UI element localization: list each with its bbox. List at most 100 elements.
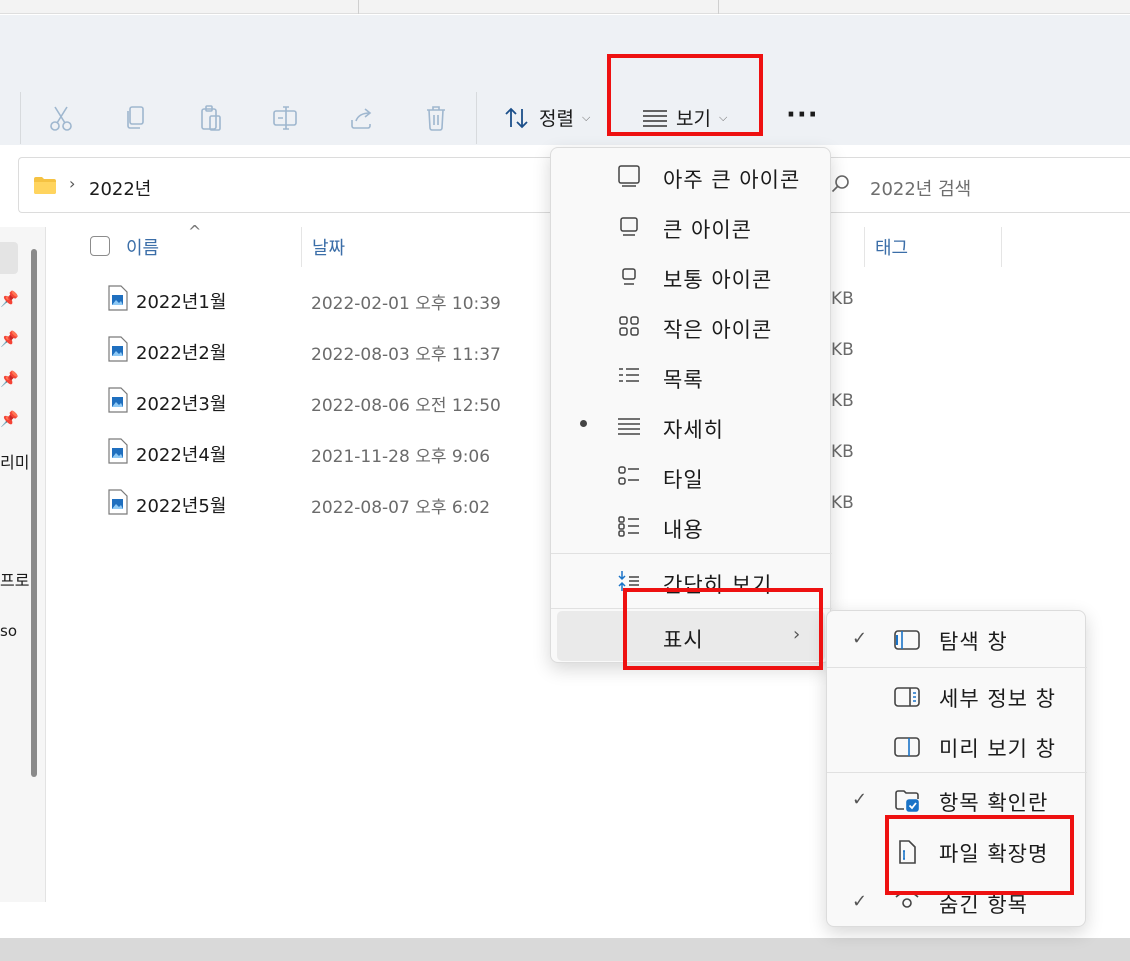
menu-item-large-icons[interactable]: 큰 아이콘 <box>551 201 832 251</box>
menu-item-small-icons[interactable]: 작은 아이콘 <box>551 301 832 351</box>
sort-label: 정렬 <box>539 108 574 130</box>
image-file-icon <box>108 489 128 515</box>
menu-item-label: 큰 아이콘 <box>663 218 752 242</box>
rename-icon <box>273 106 297 130</box>
cut-button[interactable] <box>41 100 81 136</box>
cut-icon <box>50 106 72 131</box>
file-date: 2022-08-03 오후 11:37 <box>311 345 501 365</box>
menu-item-list[interactable]: 목록 <box>551 351 832 401</box>
highlight-box-show <box>623 588 823 670</box>
more-options-button[interactable]: ··· <box>786 100 819 130</box>
file-name: 2022년3월 <box>136 394 227 415</box>
trash-icon <box>427 106 445 131</box>
pin-icon: 📌 <box>0 370 19 388</box>
nav-scrollbar[interactable] <box>31 249 37 777</box>
column-header-tags[interactable]: 태그 <box>875 234 908 260</box>
submenu-item-navigation-pane[interactable]: ✓ 탐색 창 <box>827 614 1087 664</box>
breadcrumb[interactable]: 2022년 <box>89 175 151 201</box>
nav-item-label[interactable]: 리미 <box>0 449 29 473</box>
extra-large-icons-icon <box>618 165 640 187</box>
column-header-name[interactable]: 이름 <box>126 234 159 260</box>
search-input[interactable]: 2022년 검색 <box>870 175 971 201</box>
menu-separator <box>827 772 1087 773</box>
tiles-icon <box>618 466 639 485</box>
nav-item-label[interactable]: so <box>0 622 17 640</box>
tab-divider <box>718 0 719 14</box>
column-divider[interactable] <box>1001 227 1002 267</box>
column-divider[interactable] <box>301 227 302 267</box>
file-size: KB <box>831 493 854 513</box>
navigation-pane-icon <box>894 630 920 650</box>
image-file-icon <box>108 285 128 311</box>
column-divider[interactable] <box>864 227 865 267</box>
menu-item-label: 내용 <box>663 518 704 542</box>
menu-item-details[interactable]: 자세히 <box>551 401 832 451</box>
toolbar-divider <box>20 92 21 144</box>
copy-button[interactable] <box>116 100 156 136</box>
share-icon <box>351 108 372 129</box>
submenu-item-preview-pane[interactable]: 미리 보기 창 <box>827 721 1087 771</box>
select-all-checkbox[interactable] <box>90 236 110 256</box>
submenu-item-label: 세부 정보 창 <box>939 687 1056 711</box>
share-button[interactable] <box>341 100 381 136</box>
checkmark-icon: ✓ <box>852 891 868 912</box>
preview-pane-icon <box>894 737 920 757</box>
copy-icon <box>127 106 144 129</box>
nav-selected-item[interactable] <box>0 242 18 274</box>
file-name: 2022년5월 <box>136 496 227 517</box>
highlight-box-file-extensions <box>885 815 1074 895</box>
file-date: 2022-08-06 오전 12:50 <box>311 396 501 416</box>
sort-button[interactable]: 정렬 ⌵ <box>503 104 590 131</box>
file-name: 2022년4월 <box>136 445 227 466</box>
menu-separator <box>551 553 832 554</box>
submenu-item-label: 탐색 창 <box>939 630 1008 654</box>
menu-item-extra-large-icons[interactable]: 아주 큰 아이콘 <box>551 151 832 201</box>
paste-icon <box>201 105 221 131</box>
file-size: KB <box>831 289 854 309</box>
content-icon <box>618 516 639 537</box>
sort-icon <box>505 107 528 128</box>
checkmark-icon: ✓ <box>852 628 868 649</box>
submenu-item-label: 미리 보기 창 <box>939 737 1056 761</box>
submenu-item-label: 항목 확인란 <box>939 791 1049 815</box>
file-size: KB <box>831 340 854 360</box>
highlight-box-view <box>607 54 763 136</box>
delete-button[interactable] <box>416 100 456 136</box>
checkmark-icon: ✓ <box>852 789 868 810</box>
file-date: 2022-02-01 오후 10:39 <box>311 294 501 314</box>
column-header-date[interactable]: 날짜 <box>312 234 345 260</box>
menu-item-tiles[interactable]: 타일 <box>551 451 832 501</box>
nav-item-label[interactable]: 프로 <box>0 567 29 591</box>
chevron-down-icon: ⌵ <box>581 110 591 124</box>
item-checkbox-icon <box>895 790 919 812</box>
pin-icon: 📌 <box>0 410 19 428</box>
large-icons-icon <box>620 217 638 236</box>
menu-item-label: 목록 <box>663 368 704 392</box>
menu-item-label: 타일 <box>663 468 704 492</box>
pin-icon: 📌 <box>0 290 19 308</box>
menu-item-label: 보통 아이콘 <box>663 268 773 292</box>
paste-button[interactable] <box>191 100 231 136</box>
menu-item-label: 아주 큰 아이콘 <box>663 168 801 192</box>
search-icon <box>831 175 849 193</box>
file-name: 2022년2월 <box>136 343 227 364</box>
menu-item-content[interactable]: 내용 <box>551 501 832 551</box>
navigation-pane: 📌 📌 📌 📌 리미 프로 so <box>0 227 46 902</box>
view-menu: 아주 큰 아이콘 큰 아이콘 보통 아이콘 작은 아이콘 목록 자세히 타일 내… <box>550 147 832 663</box>
tab-divider <box>358 0 359 14</box>
list-icon <box>619 368 639 382</box>
menu-separator <box>827 667 1087 668</box>
menu-item-medium-icons[interactable]: 보통 아이콘 <box>551 251 832 301</box>
file-size: KB <box>831 391 854 411</box>
toolbar-divider <box>476 92 477 144</box>
menu-item-label: 자세히 <box>663 418 724 442</box>
pin-icon: 📌 <box>0 330 19 348</box>
image-file-icon <box>108 438 128 464</box>
breadcrumb-chevron-icon: › <box>69 174 76 193</box>
command-bar: 정렬 ⌵ 보기 ⌵ ··· <box>0 15 1130 145</box>
rename-button[interactable] <box>266 100 306 136</box>
file-date: 2022-08-07 오후 6:02 <box>311 498 491 518</box>
file-name: 2022년1월 <box>136 292 227 313</box>
medium-icons-icon <box>622 268 636 285</box>
submenu-item-details-pane[interactable]: 세부 정보 창 <box>827 671 1087 721</box>
